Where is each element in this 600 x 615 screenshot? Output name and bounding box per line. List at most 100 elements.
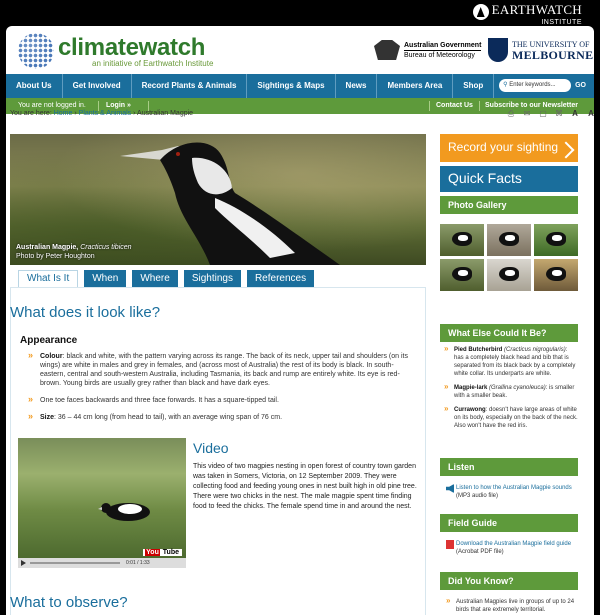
section-heading: What does it look like? <box>10 304 161 321</box>
video-player[interactable]: You Tube 0:01 / 1:33 <box>18 438 186 568</box>
hero-caption: Australian Magpie, Cracticus tibicen Pho… <box>16 243 132 261</box>
page-tools: ⎙ ✉ ▢ ⌘ A A <box>506 109 596 119</box>
breadcrumb-prefix: You are here: <box>10 110 52 117</box>
tab-what-is-it[interactable]: What Is It <box>18 270 79 287</box>
gallery-thumb[interactable] <box>440 259 484 291</box>
nav-record[interactable]: Record Plants & Animals <box>132 74 248 98</box>
youtube-tube: Tube <box>161 549 180 556</box>
breadcrumb: You are here: Home › Plants & Animals › … <box>10 110 194 117</box>
gov-logo[interactable]: Australian Government Bureau of Meteorol… <box>374 40 482 60</box>
text-larger-button[interactable]: A <box>586 109 596 119</box>
species-name: Magpie-lark <box>454 385 488 391</box>
search-input[interactable]: ⚲ Enter keywords... <box>499 79 572 92</box>
tab-where[interactable]: Where <box>132 270 178 287</box>
hero-species: Australian Magpie, <box>16 244 79 251</box>
did-you-know-text: Australian Magpies live in groups of up … <box>446 597 578 614</box>
guide-note: (Acrobat PDF file) <box>456 549 504 555</box>
uni-big: MELBOURNE <box>512 48 594 62</box>
share-icon[interactable]: ⌘ <box>554 109 564 119</box>
list-item: Colour: black and white, with the patter… <box>28 351 416 388</box>
arrow-icon <box>557 141 575 159</box>
list-item-label: Colour <box>40 353 63 360</box>
hero-scientific: Cracticus tibicen <box>80 244 132 251</box>
nav-get-involved[interactable]: Get Involved <box>63 74 132 98</box>
search-go-button[interactable]: GO <box>575 82 586 89</box>
species-sci: (Cracticus nigrogularis) <box>504 347 566 353</box>
magpie-image <box>120 142 340 265</box>
what-else-list: Pied Butcherbird (Cracticus nigrogularis… <box>444 345 578 436</box>
species-name: Currawong <box>454 407 486 413</box>
list-item: Pied Butcherbird (Cracticus nigrogularis… <box>444 345 578 378</box>
list-item-text: : black and white, with the pattern vary… <box>40 353 408 387</box>
page: EARTHWATCH INSTITUTE climatewatch an ini… <box>0 0 600 615</box>
sound-icon <box>446 484 454 493</box>
print-icon[interactable]: ⎙ <box>506 109 516 119</box>
list-item: One toe faces backwards and three face f… <box>28 395 416 405</box>
play-icon[interactable] <box>21 560 26 566</box>
email-icon[interactable]: ✉ <box>522 109 532 119</box>
appearance-heading: Appearance <box>20 335 78 346</box>
tab-references[interactable]: References <box>246 270 315 287</box>
gov-crest-icon <box>374 40 400 60</box>
guide-item: Download the Australian Magpie field gui… <box>446 540 578 556</box>
list-item: Size: 36 – 44 cm long (from head to tail… <box>28 412 416 422</box>
listen-heading: Listen <box>440 458 578 476</box>
nav-news[interactable]: News <box>336 74 378 98</box>
did-you-know-heading: Did You Know? <box>440 572 578 590</box>
listen-link[interactable]: Listen to how the Australian Magpie soun… <box>456 485 572 491</box>
species-sci: (Grallina cyanoleuca) <box>489 385 546 391</box>
tab-sightings[interactable]: Sightings <box>183 270 241 287</box>
nav-about-us[interactable]: About Us <box>6 74 63 98</box>
video-heading: Video <box>193 440 229 456</box>
list-item-text: One toe faces backwards and three face f… <box>40 397 279 404</box>
listen-item: Listen to how the Australian Magpie soun… <box>446 484 578 500</box>
what-else-heading: What Else Could It Be? <box>440 324 578 342</box>
gallery-thumb[interactable] <box>534 224 578 256</box>
observe-heading: What to observe? <box>10 594 128 611</box>
nav-sightings-maps[interactable]: Sightings & Maps <box>247 74 336 98</box>
video-magpie-image <box>98 503 150 521</box>
quick-facts-heading: Quick Facts <box>440 166 578 192</box>
gov-name: Australian Government <box>404 41 482 49</box>
gallery-heading: Photo Gallery <box>440 196 578 214</box>
search-placeholder: Enter keywords... <box>509 82 556 88</box>
gallery-thumb[interactable] <box>487 259 531 291</box>
climatewatch-logo-icon[interactable] <box>18 33 54 69</box>
earthwatch-name: EARTHWATCH <box>491 2 582 17</box>
breadcrumb-home[interactable]: Home <box>54 110 73 117</box>
hero-credit: Photo by Peter Houghton <box>16 253 95 260</box>
appearance-list: Colour: black and white, with the patter… <box>28 351 416 430</box>
tab-when[interactable]: When <box>84 270 127 287</box>
gov-sub: Bureau of Meteorology <box>404 49 482 60</box>
list-item-label: Size <box>40 414 55 421</box>
video-progress-bar[interactable] <box>30 562 120 564</box>
site-tagline: an initiative of Earthwatch Institute <box>92 59 214 68</box>
video-description: This video of two magpies nesting in ope… <box>193 463 417 510</box>
subnav-divider <box>479 101 480 111</box>
site-brand[interactable]: climatewatch <box>58 34 205 62</box>
list-item: Magpie-lark (Grallina cyanoleuca): is sm… <box>444 383 578 400</box>
breadcrumb-section[interactable]: Plants & Animals <box>79 110 132 117</box>
list-item: Currawong: doesn't have large areas of w… <box>444 405 578 430</box>
youtube-logo[interactable]: You Tube <box>143 549 182 556</box>
listen-note: (MP3 audio file) <box>456 493 499 499</box>
search-area: ⚲ Enter keywords... GO <box>499 79 586 92</box>
main-nav: About Us Get Involved Record Plants & An… <box>6 74 594 98</box>
gallery-thumb[interactable] <box>534 259 578 291</box>
guide-link[interactable]: Download the Australian Magpie field gui… <box>456 541 571 547</box>
nav-members-area[interactable]: Members Area <box>377 74 454 98</box>
nav-shop[interactable]: Shop <box>453 74 495 98</box>
record-sighting-button[interactable]: Record your sighting <box>440 134 578 162</box>
comment-icon[interactable]: ▢ <box>538 109 548 119</box>
pdf-icon <box>446 540 454 549</box>
gallery-thumb[interactable] <box>440 224 484 256</box>
uni-logo[interactable]: THE UNIVERSITY OF MELBOURNE <box>488 38 593 62</box>
record-sighting-label: Record your sighting <box>448 140 559 154</box>
video-controls: 0:01 / 1:33 <box>18 558 186 568</box>
search-icon: ⚲ <box>503 82 508 88</box>
text-smaller-button[interactable]: A <box>570 109 580 119</box>
contact-link[interactable]: Contact Us <box>436 98 473 114</box>
hero-photo: Australian Magpie, Cracticus tibicen Pho… <box>10 134 426 265</box>
gallery-thumb[interactable] <box>487 224 531 256</box>
breadcrumb-current: Australian Magpie <box>137 110 194 117</box>
